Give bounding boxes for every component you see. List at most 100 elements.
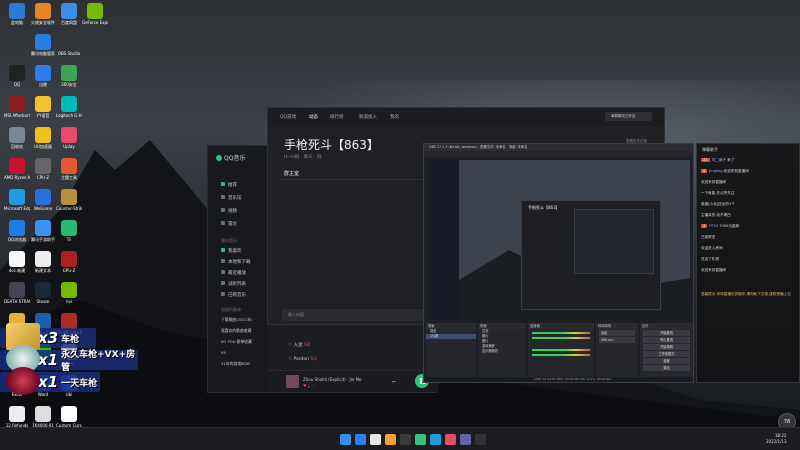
desktop-icon[interactable]: 火绒安全软件 [30, 3, 56, 25]
app-icon [35, 34, 51, 50]
taskbar-app-icon[interactable] [415, 434, 426, 445]
danmaku-username[interactable]: FF20 [709, 224, 718, 228]
taskbar-app-icon[interactable] [355, 434, 366, 445]
sidebar-nav-item[interactable]: 试听列表 [208, 281, 268, 287]
chat-tab[interactable]: QQ游戏 [280, 114, 296, 120]
playlist-item[interactable]: SO YOU 歌单收藏 [208, 339, 268, 345]
prev-track-icon[interactable]: ⏮ [392, 379, 396, 384]
desktop-icon[interactable]: CPU-Z [30, 158, 56, 180]
danmaku-panel[interactable]: 弹幕助手 22 刘二麻子 来了 6 Jingling 欢迎来到直播间 欢迎来到直播间 一下… [696, 143, 800, 383]
desktop-icon[interactable]: 360安全 [56, 65, 82, 87]
clock-date: 2022/1/13 [766, 439, 787, 444]
taskbar-app-icon[interactable] [430, 434, 441, 445]
desktop-icon[interactable]: Microsoft Edge [4, 189, 30, 211]
desktop-icon[interactable]: Counter-Strike [56, 189, 82, 211]
desktop-icon-label: doc.新建 [8, 268, 26, 273]
qq-music-player-bar: Zhou Shahli (Explicit) · Jie Mo ♥ ⤓ ··· … [268, 370, 438, 392]
taskbar-app-icon[interactable] [385, 434, 396, 445]
track-row[interactable]: ♡ Pardon SQ [288, 357, 317, 362]
scene-item[interactable]: QQ屏 [426, 334, 476, 339]
desktop-icon[interactable]: Tii [56, 220, 82, 242]
chat-tab[interactable]: 动态 [309, 114, 318, 120]
sidebar-nav-item[interactable]: 音乐馆 [208, 195, 268, 201]
desktop-icon[interactable]: AMD Ryzen Master [4, 158, 30, 180]
desktop-icon[interactable]: 此电脑 [4, 3, 30, 25]
desktop-icon[interactable]: YY语音 [30, 96, 56, 118]
transition-type-select[interactable]: 淡出 [599, 330, 635, 336]
playlist-item[interactable]: 我喜欢的歌曲收藏 [208, 328, 268, 334]
obs-control-button[interactable]: 开始录制 [643, 344, 690, 350]
obs-window[interactable]: OBS 27.1.3 (64-bit, windows) - 配置文件: 未命名… [423, 143, 694, 383]
chat-tab[interactable]: 频道加入 [359, 114, 377, 120]
taskbar-app-icon[interactable] [460, 434, 471, 445]
desktop-icon[interactable]: GPU-Z [56, 251, 82, 273]
chat-tab[interactable]: 排行榜 [330, 114, 344, 120]
taskbar-app-icon[interactable] [445, 434, 456, 445]
start-menu-icon[interactable] [340, 434, 351, 445]
source-item[interactable]: 显示器捕获 [478, 349, 526, 354]
desktop-icon[interactable]: 1K4000·01 [30, 406, 56, 428]
sidebar-nav-item[interactable]: 最近播放 [208, 270, 268, 276]
taskbar-clock[interactable]: 18:22 2022/1/13 [766, 433, 787, 445]
chat-status-pill[interactable]: 单群聊天已开启 [605, 112, 652, 121]
desktop-icon[interactable]: Custom Cursor [56, 406, 82, 428]
playlist-item[interactable]: 21年的游戏BGM [208, 361, 268, 367]
transition-duration-field[interactable]: 300 ms [599, 337, 635, 343]
desktop-icon[interactable]: 回收站 [4, 127, 30, 149]
sidebar-nav-item[interactable]: 本地和下载 [208, 259, 268, 265]
desktop-icon[interactable]: 腾讯手游助手 [30, 220, 56, 242]
transition-dock[interactable]: 淡出 300 ms [596, 329, 638, 377]
sidebar-nav-item[interactable]: 我喜欢 [208, 248, 268, 254]
desktop-icon[interactable]: UU加速器 [30, 127, 56, 149]
sidebar-nav-item[interactable]: 雷达 [208, 221, 268, 227]
sidebar-nav-item[interactable]: 推荐 [208, 182, 268, 188]
desktop-icon[interactable]: MSI Afterburner [4, 96, 30, 118]
gift-label: 车枪 [61, 334, 80, 345]
danmaku-username[interactable]: Jingling [709, 169, 722, 173]
desktop-icon[interactable]: 腾讯电脑管家 [30, 34, 56, 56]
track-row[interactable]: ♡ 入迷 SQ [288, 342, 310, 348]
desktop-icon[interactable]: OBS Studio [56, 34, 82, 56]
sidebar-nav-item[interactable]: 已购音乐 [208, 292, 268, 298]
like-icon[interactable]: ♥ ⤓ ··· [303, 383, 315, 388]
desktop-icon[interactable]: QQ [4, 65, 30, 87]
desktop-icon[interactable]: Uplay [56, 127, 82, 149]
desktop-icon[interactable]: Steam [30, 282, 56, 304]
playlist-item[interactable]: 95 [208, 350, 268, 355]
obs-control-button[interactable]: 停止推流 [643, 337, 690, 343]
nav-icon [221, 281, 225, 285]
obs-control-button[interactable]: 设置 [643, 358, 690, 364]
audio-mixer-dock[interactable] [528, 329, 594, 377]
playlist-item[interactable]: 下载歌曲(2021年) [208, 317, 268, 323]
gift-banner: x1 一天车枪 [0, 367, 100, 395]
scenes-dock[interactable]: 场景 QQ屏 [426, 329, 476, 377]
obs-control-button[interactable]: 开始推流 [643, 330, 690, 336]
taskbar-app-icon[interactable] [370, 434, 381, 445]
obs-control-button[interactable]: 工作室模式 [643, 351, 690, 357]
danmaku-message: 3 FF20 7000元能换 [701, 224, 740, 228]
desktop-icon[interactable]: doc.新建 [4, 251, 30, 273]
obs-menu-bar[interactable] [424, 151, 693, 157]
desktop-icon[interactable]: 迅雷 [30, 65, 56, 87]
desktop-icon[interactable]: 百度网盘 [56, 3, 82, 25]
sidebar-nav-item[interactable]: 视频 [208, 208, 268, 214]
desktop-icon[interactable]: 主题工具 [56, 158, 82, 180]
desktop-icon[interactable]: 新建文本 [30, 251, 56, 273]
desktop-icon[interactable]: QQ浏览器 [4, 220, 30, 242]
taskbar-app-icon[interactable] [475, 434, 486, 445]
desktop-icon[interactable]: WeGame [30, 189, 56, 211]
album-cover[interactable] [286, 375, 299, 388]
obs-control-button[interactable]: 退出 [643, 365, 690, 371]
desktop-icon[interactable]: GeForce Experience [82, 3, 108, 25]
desktop-icon-label: Steam [36, 299, 50, 304]
desktop-icon[interactable]: 12.Refunds [4, 406, 30, 428]
chat-tab[interactable]: 我的 [390, 114, 399, 120]
sources-dock[interactable]: 拉流 图片 图片 游戏捕获 显示器捕获 [478, 329, 526, 377]
controls-dock[interactable]: 开始推流 停止推流 开始录制 工作室模式 设置 退出 [640, 329, 693, 377]
desktop-icon[interactable]: Logitech G HUB [56, 96, 82, 118]
taskbar-app-icon[interactable] [400, 434, 411, 445]
obs-preview[interactable]: 手枪死斗【863】 [429, 160, 690, 320]
desktop-icon[interactable]: nvi [56, 282, 82, 304]
danmaku-username[interactable]: 刘二麻子 [712, 158, 726, 162]
desktop-icon[interactable]: DEATH STRANDING [4, 282, 30, 304]
